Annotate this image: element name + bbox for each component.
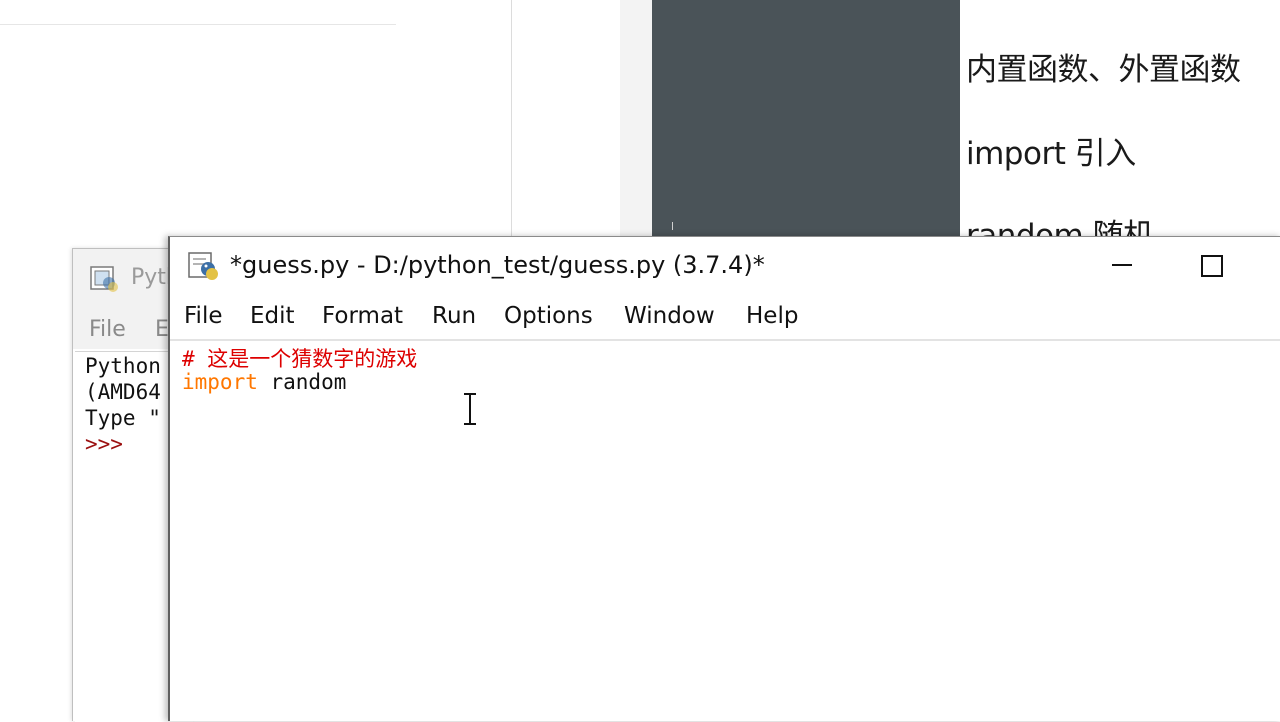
note-line: import 引入 <box>966 136 1136 172</box>
menu-help[interactable]: Help <box>746 303 798 329</box>
python-idle-icon <box>188 252 218 280</box>
note-line: random 随机 <box>966 218 1154 236</box>
menu-options[interactable]: Options <box>504 303 593 329</box>
shell-output-line: (AMD64 <box>85 380 161 404</box>
menu-file[interactable]: File <box>184 303 223 329</box>
text-cursor-icon <box>464 393 476 425</box>
document-column-divider <box>511 0 512 240</box>
code-editor[interactable]: # 这是一个猜数字的游戏 import random <box>170 341 1280 721</box>
editor-titlebar[interactable]: *guess.py - D:/python_test/guess.py (3.7… <box>170 237 1280 295</box>
import-keyword: import <box>182 370 258 394</box>
python-idle-icon <box>90 266 118 292</box>
menu-run[interactable]: Run <box>432 303 476 329</box>
code-import-line: import random <box>182 370 346 394</box>
shell-output-line: Python <box>85 354 161 378</box>
import-module: random <box>257 370 347 394</box>
minimize-button[interactable] <box>1096 245 1148 285</box>
shell-prompt: >>> <box>85 432 123 456</box>
shell-menu-edit[interactable]: E <box>155 317 169 342</box>
dark-video-panel <box>652 0 960 236</box>
shell-menu-file[interactable]: File <box>89 317 126 342</box>
editor-title: *guess.py - D:/python_test/guess.py (3.7… <box>230 251 765 279</box>
editor-menubar: File Edit Format Run Options Window Help <box>170 295 1280 341</box>
shell-output-line: Type " <box>85 406 161 430</box>
maximize-button[interactable] <box>1186 245 1238 285</box>
lecture-notes: 内置函数、外置函数 import 引入 random 随机 <box>960 0 1280 236</box>
document-divider <box>0 24 396 25</box>
maximize-icon <box>1201 255 1223 277</box>
code-comment-line: # 这是一个猜数字的游戏 <box>182 347 418 371</box>
menu-window[interactable]: Window <box>624 303 715 329</box>
panel-tick-mark <box>672 222 673 230</box>
menu-format[interactable]: Format <box>322 303 403 329</box>
menu-edit[interactable]: Edit <box>250 303 295 329</box>
background-strip <box>620 0 652 240</box>
minimize-icon <box>1112 264 1132 266</box>
editor-window[interactable]: *guess.py - D:/python_test/guess.py (3.7… <box>168 236 1280 721</box>
note-line: 内置函数、外置函数 <box>966 52 1241 88</box>
